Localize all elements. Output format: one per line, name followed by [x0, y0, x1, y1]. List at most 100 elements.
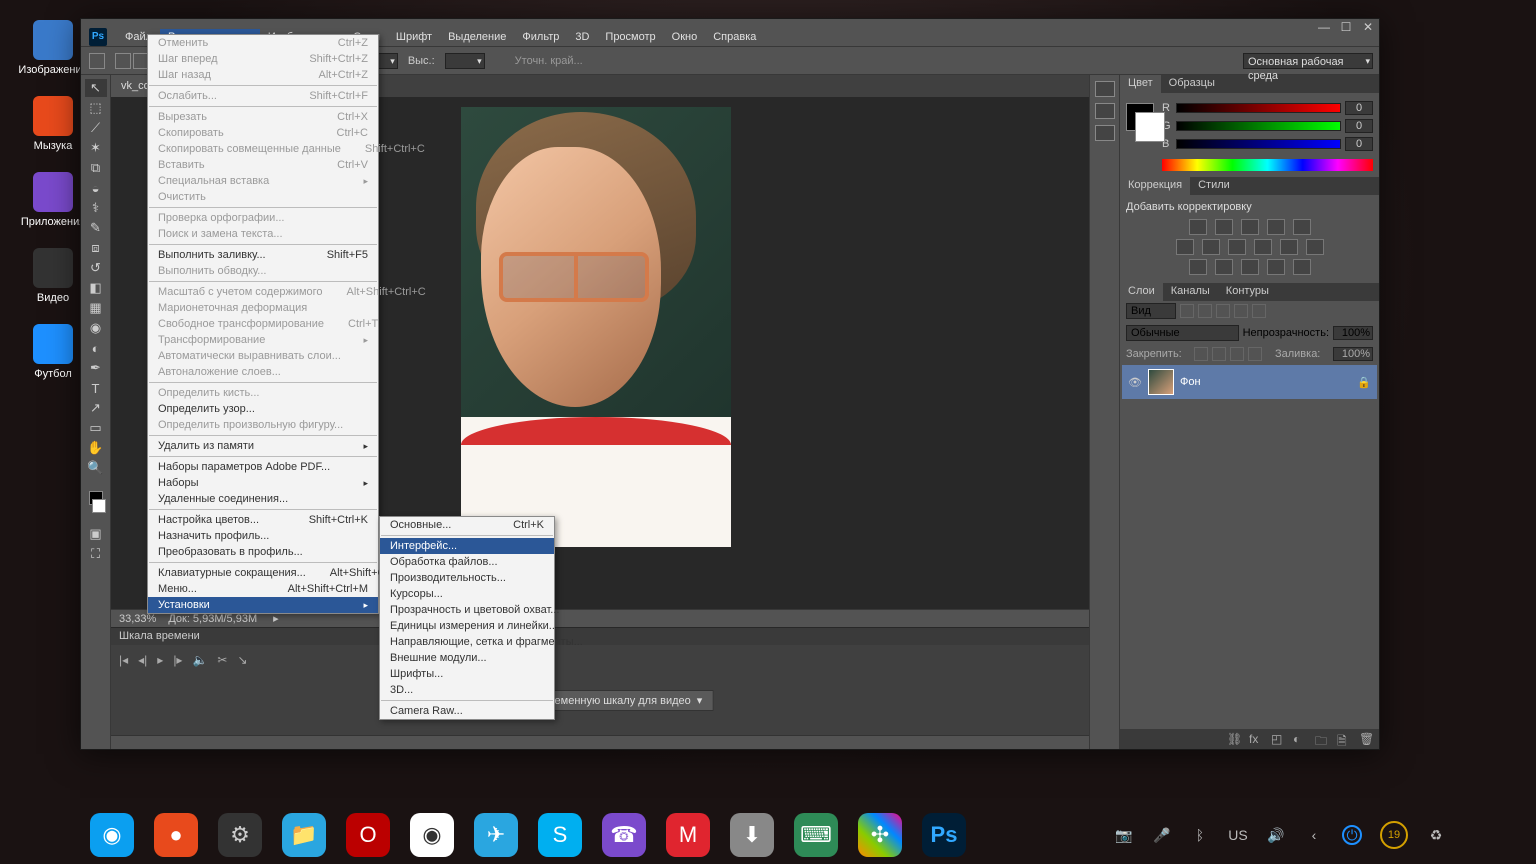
menu-item[interactable]: Прозрачность и цветовой охват...: [380, 602, 554, 618]
filter-pixel-icon[interactable]: [1180, 304, 1194, 318]
adj-photo-icon[interactable]: [1254, 239, 1272, 255]
menu-item[interactable]: Удалить из памяти▸: [148, 438, 378, 454]
shape-tool[interactable]: ▭: [85, 419, 107, 437]
menu-item[interactable]: Удаленные соединения...: [148, 491, 378, 507]
adj-balance-icon[interactable]: [1202, 239, 1220, 255]
character-panel-icon[interactable]: [1095, 125, 1115, 141]
quickmask-icon[interactable]: ▣: [85, 525, 107, 543]
tray-trash-icon[interactable]: ♻: [1426, 825, 1446, 845]
adj-selective-icon[interactable]: [1293, 259, 1311, 275]
menu-item[interactable]: Наборы▸: [148, 475, 378, 491]
tray-mic-icon[interactable]: 🎤: [1152, 825, 1172, 845]
tl-play-icon[interactable]: ▸: [157, 653, 163, 667]
menu-шрифт[interactable]: Шрифт: [388, 29, 440, 45]
minimize-button[interactable]: —: [1317, 21, 1331, 33]
menu-item[interactable]: Настройка цветов...Shift+Ctrl+K: [148, 512, 378, 528]
lock-transparent-icon[interactable]: [1194, 347, 1208, 361]
tool-preset-icon[interactable]: [89, 53, 105, 69]
move-tool[interactable]: ↖: [85, 79, 107, 97]
tl-first-icon[interactable]: |◂: [119, 653, 128, 667]
blend-mode-select[interactable]: Обычные: [1126, 325, 1239, 341]
stamp-tool[interactable]: ⧈: [85, 239, 107, 257]
blur-tool[interactable]: ◉: [85, 319, 107, 337]
adj-threshold-icon[interactable]: [1241, 259, 1259, 275]
dock-photoshop-icon[interactable]: Ps: [922, 813, 966, 857]
swatches-tab[interactable]: Образцы: [1161, 75, 1223, 93]
tl-next-icon[interactable]: |▸: [173, 653, 182, 667]
menu-окно[interactable]: Окно: [664, 29, 706, 45]
tray-volume-icon[interactable]: 🔊: [1266, 825, 1286, 845]
menu-item[interactable]: 3D...: [380, 682, 554, 698]
brush-tool[interactable]: ✎: [85, 219, 107, 237]
menu-item[interactable]: Выполнить заливку...Shift+F5: [148, 247, 378, 263]
menu-item[interactable]: Преобразовать в профиль...: [148, 544, 378, 560]
selection-new-icon[interactable]: [115, 53, 131, 69]
menu-item[interactable]: Производительность...: [380, 570, 554, 586]
spectrum-bar[interactable]: [1162, 159, 1373, 171]
zoom-tool[interactable]: 🔍: [85, 459, 107, 477]
adj-vibrance-icon[interactable]: [1293, 219, 1311, 235]
desktop-icon[interactable]: Видео: [18, 248, 88, 304]
tl-scissors-icon[interactable]: ✂: [217, 653, 227, 667]
menu-справка[interactable]: Справка: [705, 29, 764, 45]
close-button[interactable]: ✕: [1361, 21, 1375, 33]
opacity-input[interactable]: 100%: [1333, 326, 1373, 340]
b-slider[interactable]: [1176, 139, 1341, 149]
styles-tab[interactable]: Стили: [1190, 177, 1238, 195]
new-adjust-icon[interactable]: ◐: [1293, 732, 1307, 746]
delete-layer-icon[interactable]: 🗑: [1359, 732, 1373, 746]
dock-files-icon[interactable]: 📁: [282, 813, 326, 857]
g-value[interactable]: 0: [1345, 119, 1373, 133]
dock-settings-icon[interactable]: ⚙: [218, 813, 262, 857]
r-value[interactable]: 0: [1345, 101, 1373, 115]
adj-curves-icon[interactable]: [1241, 219, 1259, 235]
dock-opera-icon[interactable]: O: [346, 813, 390, 857]
layer-row[interactable]: 👁 Фон 🔒: [1122, 365, 1377, 399]
adj-gradient-icon[interactable]: [1267, 259, 1285, 275]
tray-power-icon[interactable]: ⏻: [1342, 825, 1362, 845]
color-tab[interactable]: Цвет: [1120, 75, 1161, 93]
layer-mask-icon[interactable]: ◰: [1271, 732, 1285, 746]
filter-type-icon[interactable]: [1216, 304, 1230, 318]
layer-thumbnail[interactable]: [1148, 369, 1174, 395]
menu-просмотр[interactable]: Просмотр: [597, 29, 663, 45]
menu-item[interactable]: Установки▸: [148, 597, 378, 613]
new-group-icon[interactable]: 🗀: [1315, 732, 1329, 746]
filter-adjust-icon[interactable]: [1198, 304, 1212, 318]
eyedropper-tool[interactable]: ◒: [85, 179, 107, 197]
dock-skype-icon[interactable]: S: [538, 813, 582, 857]
path-tool[interactable]: ↗: [85, 399, 107, 417]
dock-colors-icon[interactable]: ✣: [858, 813, 902, 857]
screenmode-icon[interactable]: ⛶: [85, 545, 107, 563]
r-slider[interactable]: [1176, 103, 1341, 113]
menu-item[interactable]: Курсоры...: [380, 586, 554, 602]
adj-posterize-icon[interactable]: [1215, 259, 1233, 275]
layer-fx-icon[interactable]: fx: [1249, 732, 1263, 746]
menu-item[interactable]: Camera Raw...: [380, 703, 554, 719]
eraser-tool[interactable]: ◧: [85, 279, 107, 297]
zoom-level[interactable]: 33,33%: [119, 613, 156, 625]
adj-levels-icon[interactable]: [1215, 219, 1233, 235]
background-color[interactable]: [92, 499, 106, 513]
pen-tool[interactable]: ✒: [85, 359, 107, 377]
menu-item[interactable]: Направляющие, сетка и фрагменты...: [380, 634, 554, 650]
menu-item[interactable]: Единицы измерения и линейки...: [380, 618, 554, 634]
filter-smart-icon[interactable]: [1252, 304, 1266, 318]
maximize-button[interactable]: ☐: [1339, 21, 1353, 33]
adj-invert-icon[interactable]: [1189, 259, 1207, 275]
desktop-icon[interactable]: Футбол: [18, 324, 88, 380]
adj-bw-icon[interactable]: [1228, 239, 1246, 255]
paths-tab[interactable]: Контуры: [1218, 283, 1277, 301]
dock-app1-icon[interactable]: ●: [154, 813, 198, 857]
layer-name[interactable]: Фон: [1180, 376, 1201, 388]
height-input[interactable]: [445, 53, 485, 69]
properties-panel-icon[interactable]: [1095, 103, 1115, 119]
tray-camera-icon[interactable]: 📷: [1114, 825, 1134, 845]
workspace-select[interactable]: Основная рабочая среда: [1243, 53, 1373, 69]
tl-transition-icon[interactable]: ↘: [237, 653, 247, 667]
tl-prev-icon[interactable]: ◂|: [138, 653, 147, 667]
dock-viber-icon[interactable]: ☎: [602, 813, 646, 857]
tray-clock[interactable]: 19: [1380, 821, 1408, 849]
dock-downloads-icon[interactable]: ⬇: [730, 813, 774, 857]
dock-launcher-icon[interactable]: ◉: [90, 813, 134, 857]
